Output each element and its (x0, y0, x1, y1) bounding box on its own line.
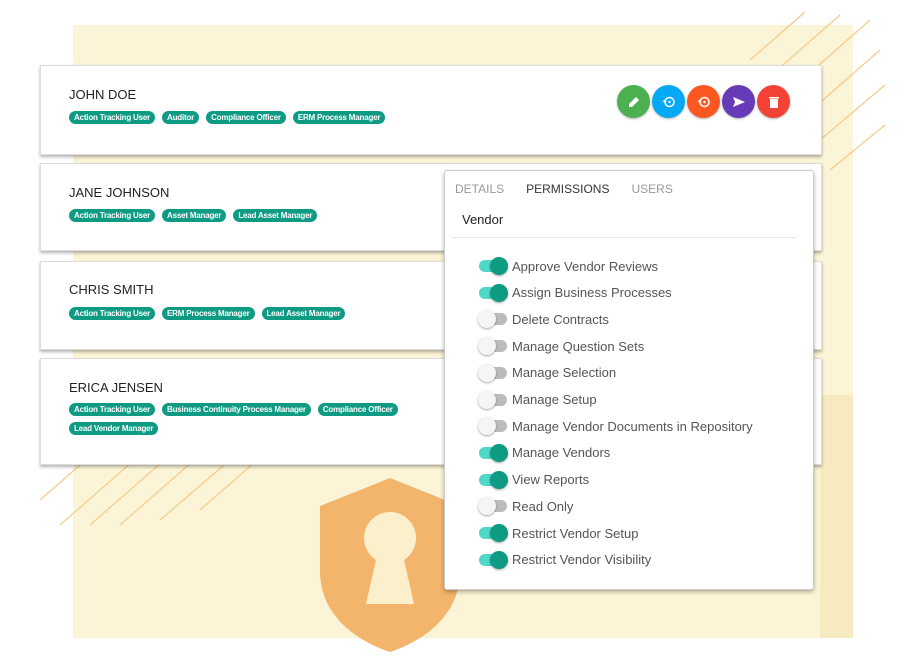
role-badge: ERM Process Manager (162, 307, 255, 320)
reset-icon (662, 96, 675, 107)
permission-label: Manage Setup (512, 392, 597, 407)
permissions-popup: DETAILS PERMISSIONS USERS Vendor Approve… (444, 170, 814, 590)
reset-icon (697, 96, 710, 107)
toggle-knob (478, 337, 496, 356)
toggle-knob (490, 443, 508, 462)
permission-row: Manage Question Sets (478, 337, 645, 356)
role-badge: ERM Process Manager (292, 111, 386, 124)
permission-row: Approve Vendor Reviews (479, 257, 658, 275)
role-badge: Asset Manager (162, 209, 227, 222)
permission-row: View Reports (479, 470, 590, 489)
role-badge: Compliance Officer (317, 403, 398, 416)
toggle-knob (490, 470, 508, 489)
permission-label: View Reports (512, 472, 590, 488)
toggle-knob (478, 497, 496, 516)
tab-users[interactable]: USERS (631, 182, 672, 196)
permission-label: Assign Business Processes (512, 285, 672, 301)
permission-label: Manage Selection (512, 365, 617, 381)
permission-toggle[interactable] (479, 524, 508, 542)
permission-toggle[interactable] (478, 363, 507, 382)
tab-details[interactable]: DETAILS (455, 182, 504, 196)
permission-toggle[interactable] (479, 257, 508, 275)
pencil-icon (628, 96, 639, 107)
role-badge: Action Tracking User (69, 209, 156, 222)
toggle-knob (490, 283, 508, 302)
permission-toggle[interactable] (479, 550, 508, 569)
permission-toggle[interactable] (478, 337, 507, 356)
permission-label: Read Only (512, 498, 574, 514)
role-badge: Auditor (162, 111, 200, 124)
permission-toggle[interactable] (478, 417, 507, 436)
permission-toggle[interactable] (478, 390, 507, 409)
permission-toggle[interactable] (478, 310, 507, 329)
toggle-knob (490, 550, 508, 569)
section-title: Vendor (462, 212, 504, 227)
permission-row: Manage Setup (478, 390, 597, 409)
user-name: JOHN DOE (69, 87, 137, 102)
permission-row: Delete Contracts (478, 310, 609, 329)
toggle-knob (490, 524, 508, 542)
role-badge: Action Tracking User (69, 403, 156, 416)
user-name: ERICA JENSEN (69, 380, 163, 395)
toggle-knob (478, 363, 496, 382)
toggle-knob (478, 390, 496, 409)
action-button[interactable] (757, 85, 790, 118)
permission-row: Manage Vendor Documents in Repository (478, 417, 753, 436)
user-card[interactable]: JOHN DOE Action Tracking User Auditor Compl… (40, 65, 822, 155)
toggle-knob (490, 257, 508, 275)
permission-label: Manage Vendor Documents in Repository (512, 418, 753, 434)
permission-row: Restrict Vendor Setup (479, 524, 638, 542)
permission-label: Restrict Vendor Setup (512, 525, 639, 541)
toggle-knob (478, 417, 496, 436)
tab-permissions[interactable]: PERMISSIONS (526, 182, 609, 196)
shield-keyhole-illustration (320, 478, 460, 652)
permission-toggle[interactable] (479, 443, 508, 462)
permission-row: Read Only (478, 497, 574, 516)
permission-label: Manage Vendors (512, 445, 611, 461)
permission-toggle[interactable] (479, 283, 508, 302)
permission-toggle[interactable] (479, 470, 508, 489)
action-button[interactable] (687, 85, 720, 118)
user-name: CHRIS SMITH (69, 282, 154, 297)
permission-row: Assign Business Processes (479, 283, 672, 302)
permission-row: Manage Vendors (479, 443, 611, 462)
action-button[interactable] (617, 85, 650, 118)
action-button[interactable] (652, 85, 685, 118)
permission-row: Manage Selection (478, 363, 617, 382)
permission-toggle[interactable] (478, 497, 507, 516)
role-badge: Action Tracking User (69, 307, 156, 320)
permission-label: Restrict Vendor Visibility (512, 552, 652, 568)
permission-label: Delete Contracts (512, 311, 609, 327)
toggle-knob (478, 310, 496, 329)
action-button[interactable] (722, 85, 755, 118)
role-badge: Action Tracking User (69, 111, 156, 124)
role-badge: Lead Vendor Manager (69, 422, 159, 435)
role-badge: Lead Asset Manager (233, 209, 318, 222)
permission-label: Manage Question Sets (512, 338, 645, 354)
divider (453, 237, 795, 238)
permission-row: Restrict Vendor Visibility (479, 550, 652, 569)
permission-label: Approve Vendor Reviews (512, 258, 658, 274)
role-badge: Compliance Officer (206, 111, 286, 124)
role-badge: Business Continuity Process Manager (162, 403, 311, 416)
send-icon (732, 96, 745, 107)
role-badge: Lead Asset Manager (261, 307, 346, 320)
user-name: JANE JOHNSON (69, 185, 170, 200)
trash-icon (768, 96, 779, 108)
